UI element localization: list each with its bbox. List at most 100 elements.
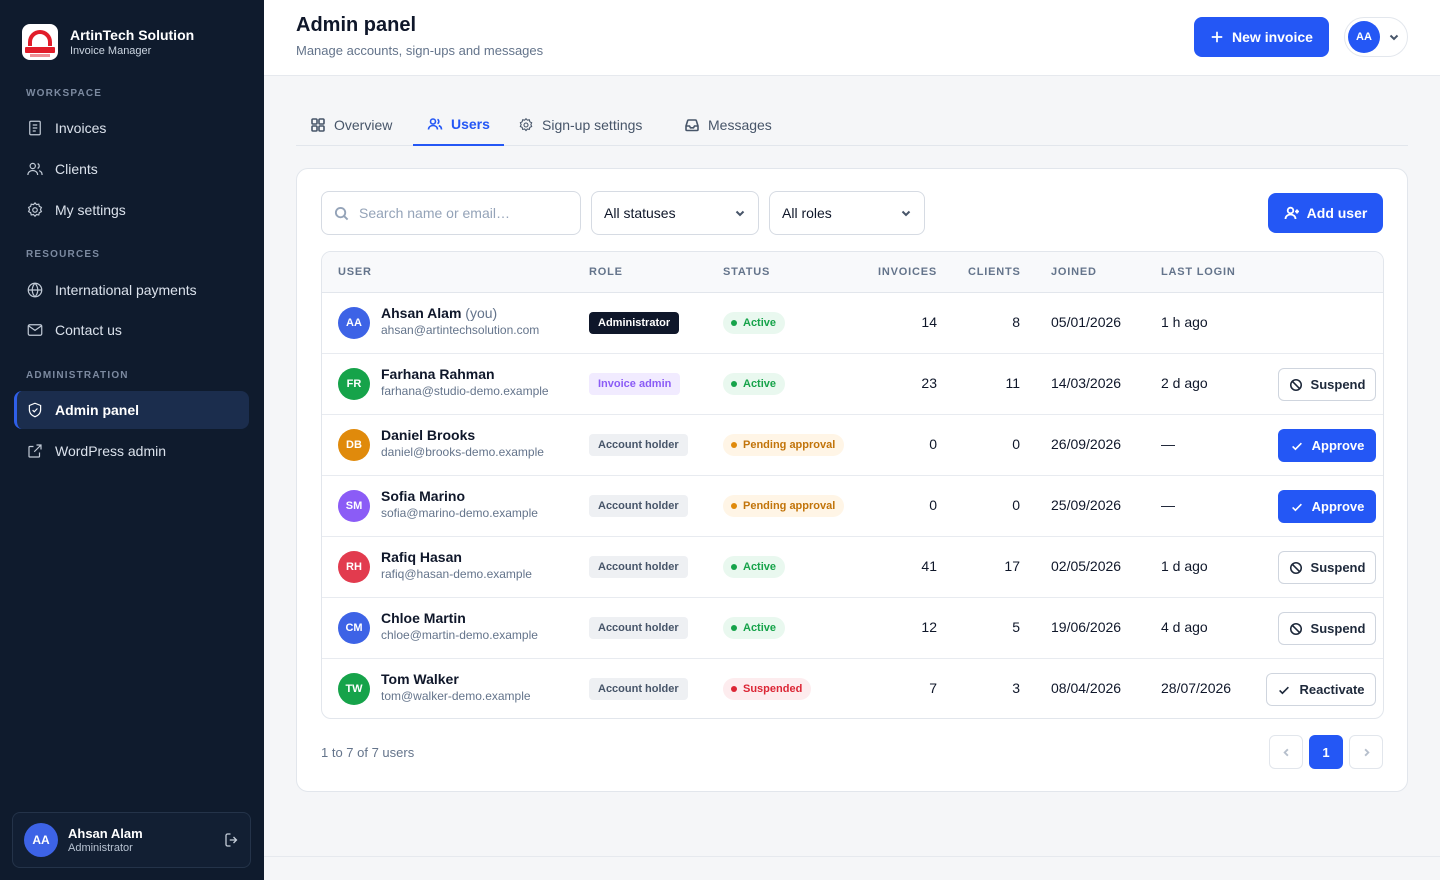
gear-icon [519, 117, 533, 132]
ban-icon [1289, 561, 1302, 574]
joined-date: 19/06/2026 [1051, 619, 1122, 635]
sidebar-item-admin-panel[interactable]: Admin panel [14, 391, 249, 429]
last-login: 1 h ago [1161, 314, 1208, 330]
page-subtitle: Manage accounts, sign-ups and messages [296, 43, 544, 58]
status-badge: Active [723, 617, 786, 639]
joined-date: 05/01/2026 [1051, 314, 1122, 330]
new-invoice-label: New invoice [1232, 29, 1313, 45]
globe-icon [26, 281, 44, 299]
tab-sign-up-settings[interactable]: Sign-up settings [518, 104, 642, 146]
column-header-status[interactable]: STATUS [723, 266, 770, 278]
role-badge: Invoice admin [589, 373, 681, 395]
user-email: ahsan@artintechsolution.com [381, 323, 540, 337]
user-name-text: Rafiq Hasan [381, 549, 462, 565]
role-filter-select[interactable]: All roles [769, 191, 925, 235]
user-name-text: Farhana Rahman [381, 366, 495, 382]
sidebar-item-wordpress-admin[interactable]: WordPress admin [14, 432, 249, 470]
add-user-button[interactable]: Add user [1268, 193, 1383, 233]
account-menu-button[interactable]: AA [1344, 17, 1408, 57]
column-header-user[interactable]: USER [338, 266, 372, 278]
external-link-icon [26, 442, 44, 460]
role-badge: Account holder [589, 678, 688, 700]
column-header-clients[interactable]: CLIENTS [968, 266, 1021, 278]
sidebar-item-my-settings[interactable]: My settings [14, 191, 249, 229]
logout-button[interactable] [214, 831, 250, 849]
clients-count: 0 [1012, 436, 1020, 452]
chevron-right-icon [1363, 748, 1370, 756]
last-login: 2 d ago [1161, 375, 1208, 391]
check-icon [1291, 503, 1302, 511]
joined-date: 08/04/2026 [1051, 680, 1122, 696]
tab-messages[interactable]: Messages [684, 104, 772, 146]
clients-count: 3 [1012, 680, 1020, 696]
status-badge: Pending approval [723, 434, 845, 456]
next-page-button[interactable] [1349, 735, 1383, 769]
status-text: Pending approval [743, 439, 836, 451]
invoices-count: 12 [921, 619, 937, 635]
avatar: AA [1348, 21, 1380, 53]
approve-button[interactable]: Approve [1278, 490, 1376, 523]
section-label-workspace: WORKSPACE [26, 88, 103, 99]
avatar: TW [338, 673, 370, 705]
clients-count: 17 [1004, 558, 1020, 574]
brand-logo-icon [22, 24, 58, 60]
clients-count: 5 [1012, 619, 1020, 635]
suspend-button[interactable]: Suspend [1278, 368, 1376, 401]
add-user-label: Add user [1306, 205, 1368, 221]
sidebar-item-label: Clients [55, 161, 98, 177]
sidebar-item-international-payments[interactable]: International payments [14, 271, 249, 309]
column-header-invoices[interactable]: INVOICES [878, 266, 937, 278]
column-header-role[interactable]: ROLE [589, 266, 623, 278]
invoices-count: 0 [929, 436, 937, 452]
prev-page-button[interactable] [1269, 735, 1303, 769]
status-text: Active [743, 561, 777, 573]
page-button-1[interactable]: 1 [1309, 735, 1343, 769]
search-input[interactable] [359, 205, 559, 221]
brand[interactable]: ArtinTech Solution Invoice Manager [22, 24, 194, 60]
search-box[interactable] [321, 191, 581, 235]
user-name: Sofia Marino [381, 488, 465, 504]
avatar: SM [338, 490, 370, 522]
sidebar-item-invoices[interactable]: Invoices [14, 109, 249, 147]
suspend-button[interactable]: Suspend [1278, 551, 1376, 584]
last-login: 1 d ago [1161, 558, 1208, 574]
user-name: Farhana Rahman [381, 366, 495, 382]
last-login: — [1161, 497, 1175, 513]
avatar: DB [338, 429, 370, 461]
section-label-resources: RESOURCES [26, 249, 101, 260]
sidebar-item-label: Invoices [55, 120, 107, 136]
brand-name: ArtinTech Solution [70, 26, 195, 43]
status-dot-icon [731, 320, 737, 326]
column-header-last-login[interactable]: LAST LOGIN [1161, 266, 1236, 278]
tab-label: Overview [334, 117, 393, 133]
status-badge: Active [723, 556, 786, 578]
approve-button[interactable]: Approve [1278, 429, 1376, 462]
table-row: CM Chloe Martin chloe@martin-demo.example A… [322, 598, 1383, 659]
table-row: RH Rafiq Hasan rafiq@hasan-demo.example Acc… [322, 537, 1383, 598]
tab-users[interactable]: Users [413, 104, 504, 146]
tab-label: Sign-up settings [542, 117, 643, 133]
role-badge: Administrator [589, 312, 680, 334]
new-invoice-button[interactable]: New invoice [1194, 17, 1329, 57]
users-icon [26, 160, 44, 178]
sidebar-item-clients[interactable]: Clients [14, 150, 249, 188]
user-name-text: Sofia Marino [381, 488, 466, 504]
user-name: Tom Walker [381, 671, 459, 687]
brand-subtitle: Invoice Manager [70, 44, 152, 57]
avatar[interactable]: AA [24, 823, 58, 857]
suspend-button[interactable]: Suspend [1278, 612, 1376, 645]
reactivate-button[interactable]: Reactivate [1266, 673, 1376, 706]
user-name: Rafiq Hasan [381, 549, 462, 565]
shield-icon [26, 401, 44, 419]
sidebar-item-contact-us[interactable]: Contact us [14, 311, 249, 349]
status-badge: Pending approval [723, 495, 845, 517]
tab-overview[interactable]: Overview [310, 104, 392, 146]
action-label: Suspend [1310, 560, 1366, 575]
action-label: Suspend [1310, 377, 1366, 392]
status-text: Pending approval [743, 500, 836, 512]
invoices-count: 7 [929, 680, 937, 696]
status-filter-select[interactable]: All statuses [591, 191, 759, 235]
sidebar-item-label: WordPress admin [55, 443, 167, 459]
column-header-joined[interactable]: JOINED [1051, 266, 1097, 278]
role-badge: Account holder [589, 617, 688, 639]
